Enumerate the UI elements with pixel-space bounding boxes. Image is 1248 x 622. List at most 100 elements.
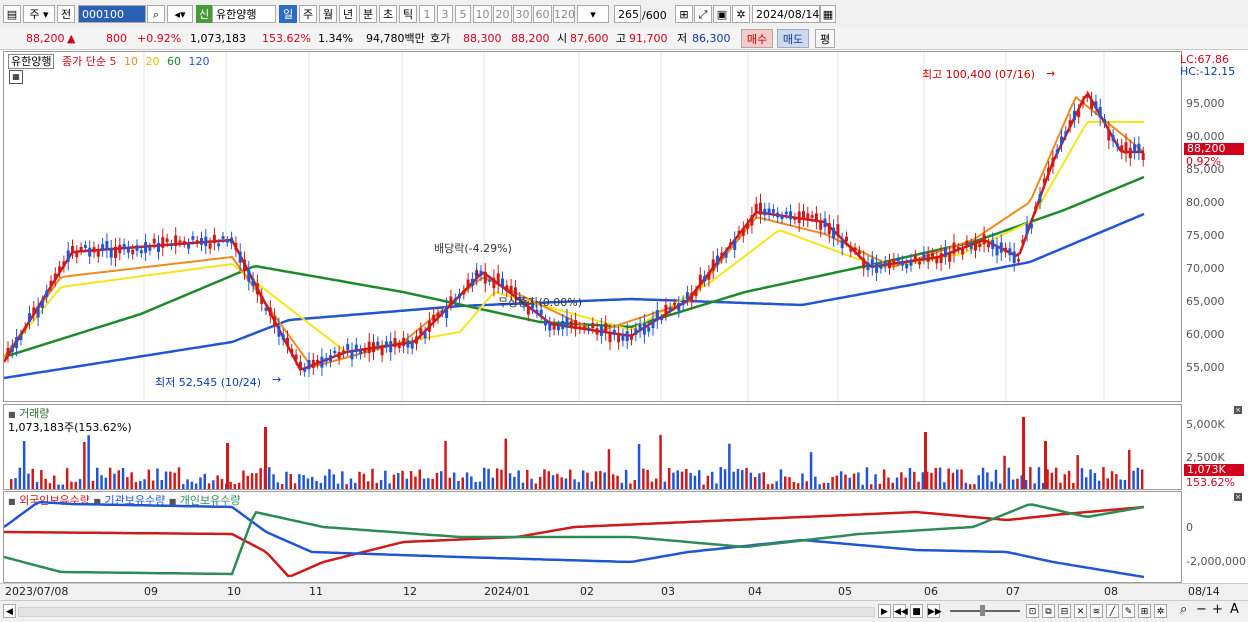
volume-bar [564,478,568,489]
layout-icon[interactable]: ▤ [3,5,21,23]
volume-bar [938,467,942,489]
rewind-icon[interactable]: ◀◀ [893,604,908,618]
volume-bar [130,472,133,489]
interval-custom-select[interactable]: ▾ [577,5,609,23]
candle-body [574,320,578,330]
candle-body [195,240,199,244]
crosshair-icon[interactable]: ✕ [1074,604,1087,618]
pane-close-icon[interactable]: × [1234,406,1242,414]
candle-body [931,252,934,257]
volume-bar [1037,467,1041,489]
candle-body [230,237,234,244]
font-size-icon[interactable]: A [1230,602,1239,617]
period-select[interactable]: 주 ▾ [23,5,55,23]
zoom-slider[interactable] [950,610,1020,612]
price-axis: LC:67.86 HC:-12.15 95,000 90,000 85,000 … [1180,51,1248,402]
candle-body [36,306,40,318]
volume-ratio-tag: 153.62% [1186,476,1235,489]
buy-button[interactable]: 매수 [741,29,773,48]
volume-bar [323,475,327,489]
volume-bar [616,475,619,489]
grid-icon[interactable]: ⊞ [675,5,693,23]
candle-body [19,335,23,341]
interval-60[interactable]: 60 [533,5,552,23]
scroll-left-icon[interactable]: ◀ [3,604,16,618]
candle-body [561,320,565,330]
period-year[interactable]: 년 [339,5,357,23]
candle-body [754,203,758,212]
calendar-icon[interactable]: ▦ [820,5,836,23]
eval-button[interactable]: 평 [815,29,835,48]
speaker-icon[interactable]: ◂▾ [167,5,193,23]
period-minute[interactable]: 분 [359,5,377,23]
candle-body [952,242,956,254]
settings-tool-icon[interactable]: ✲ [1154,604,1167,618]
interval-120[interactable]: 120 [553,5,575,23]
volume-bar [956,469,959,489]
prev-button[interactable]: 전 [57,5,75,23]
search-icon[interactable]: ⌕ [147,5,165,23]
zoom-in-icon[interactable]: + [1212,602,1223,617]
stock-code-input[interactable]: 000100 [78,5,146,23]
pane-close-icon[interactable]: × [1234,493,1242,501]
zoom-search-icon[interactable]: ⌕ [1180,602,1187,617]
candle-body [681,300,685,306]
foreign-holdings-line [4,505,1145,578]
volume-bar [1093,473,1097,489]
volume-bar [255,473,258,489]
volume-bar [483,467,486,489]
volume-bar [108,467,112,489]
candle-body [1034,206,1038,210]
low-arrow-icon: → [272,373,281,386]
period-day[interactable]: 일 [279,5,297,23]
date-input[interactable]: 2024/08/14 [752,5,820,23]
overlay-icon[interactable]: ⧉ [1042,604,1055,618]
sell-button[interactable]: 매도 [777,29,809,48]
x-label-08: 08 [1104,585,1118,598]
interval-10[interactable]: 10 [473,5,492,23]
forward-icon[interactable]: ▶▶ [927,604,942,618]
horizontal-scrollbar[interactable] [18,607,875,617]
volume-bar [706,475,710,489]
interval-30[interactable]: 30 [513,5,532,23]
gear-icon[interactable]: ✲ [732,5,750,23]
interval-5[interactable]: 5 [455,5,471,23]
volume-bar [328,469,331,489]
chart-type-icon[interactable]: ≋ [1090,604,1103,618]
volume-bar [362,473,366,489]
volume-bar [409,471,413,489]
split-icon[interactable]: ⊟ [1058,604,1071,618]
volume-bar [534,483,538,489]
volume-bar [104,477,108,489]
period-month[interactable]: 월 [319,5,337,23]
candle-body [217,243,221,247]
volume-bar [1072,482,1075,489]
period-second[interactable]: 초 [379,5,397,23]
interval-1[interactable]: 1 [419,5,435,23]
period-tick[interactable]: 틱 [399,5,417,23]
candle-body [840,239,844,249]
ma5-line [4,91,1144,371]
zoom-icon[interactable]: ⤢ [694,5,712,23]
volume-bar [577,482,581,489]
candle-body [965,240,969,246]
zoom-slider-thumb[interactable] [980,605,985,616]
candle-body [793,217,797,221]
candle-body [582,326,586,330]
grid-toggle-icon[interactable]: ⊞ [1138,604,1151,618]
compare-icon[interactable]: ⊡ [1026,604,1039,618]
volume-bar [986,472,989,489]
candle-body [986,243,990,248]
interval-20[interactable]: 20 [493,5,512,23]
period-week[interactable]: 주 [299,5,317,23]
stop-icon[interactable]: ■ [910,604,923,618]
stock-name-field[interactable]: 유한양행 [212,5,276,23]
zoom-out-icon[interactable]: − [1196,602,1207,617]
count-input[interactable]: 265 [614,5,641,23]
line-tool-icon[interactable]: ╱ [1106,604,1119,618]
scroll-right-icon[interactable]: ▶ [878,604,891,618]
interval-3[interactable]: 3 [437,5,453,23]
volume-bar [418,469,421,489]
save-icon[interactable]: ▣ [713,5,731,23]
draw-tool-icon[interactable]: ✎ [1122,604,1135,618]
